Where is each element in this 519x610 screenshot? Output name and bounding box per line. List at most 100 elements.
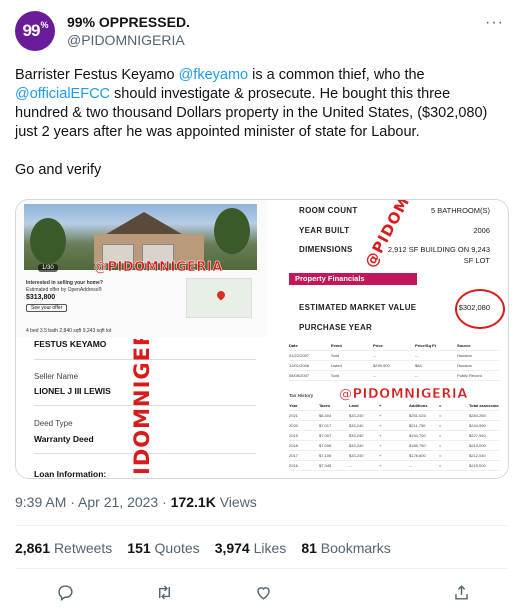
retweets-stat[interactable]: 2,861 Retweets xyxy=(15,540,112,556)
table-cell: $185,760 xyxy=(409,443,426,448)
views-label: Views xyxy=(215,494,257,510)
table-cell: $215,000 xyxy=(469,463,486,468)
divider xyxy=(15,525,509,526)
column-header: + xyxy=(379,403,382,408)
table-cell: + xyxy=(379,413,382,418)
table-header: Year Taxes Land + Additions = Total assessment… xyxy=(289,401,499,411)
table-row: 2021 $6,404 $33,240 + $251,025 = $284,265 xyxy=(289,411,499,421)
tweet-text-part: Barrister Festus Keyamo xyxy=(15,67,179,83)
table-cell: $33,240 xyxy=(349,443,364,448)
table-cell: -- xyxy=(349,463,352,468)
bookmarks-stat[interactable]: 81 Bookmarks xyxy=(301,540,391,556)
highlight-circle xyxy=(455,289,505,329)
mention-link[interactable]: @fkeyamo xyxy=(179,67,249,83)
user-handle[interactable]: @PIDOMNIGERIA xyxy=(67,32,185,48)
year-built-value: 2006 xyxy=(473,226,490,235)
watermark-vertical: IDOMNIGER xyxy=(130,339,154,475)
sale-history-table: Date Event Price Price/Sq Ft Source 01/2… xyxy=(289,341,499,381)
tweet-date[interactable]: Apr 21, 2023 xyxy=(78,494,158,510)
see-offer-button[interactable]: See your offer xyxy=(26,304,68,312)
action-bar xyxy=(15,580,509,604)
likes-count: 3,974 xyxy=(214,540,250,556)
retweets-count: 2,861 xyxy=(15,540,51,556)
financials-bar: Property Financials xyxy=(289,273,417,285)
display-name[interactable]: 99% OPPRESSED. xyxy=(67,14,190,30)
table-cell: $211,750 xyxy=(409,423,426,428)
table-cell: Public Record xyxy=(457,373,482,378)
like-icon[interactable] xyxy=(251,580,275,604)
table-cell: $7,345 xyxy=(319,463,332,468)
table-cell: $33,240 xyxy=(349,453,364,458)
column-header: = xyxy=(439,403,442,408)
table-cell: -- xyxy=(415,373,418,378)
table-cell: $33,240 xyxy=(349,423,364,428)
more-icon[interactable]: ··· xyxy=(485,14,504,32)
column-header: Land xyxy=(349,403,359,408)
listing-offer: Estimated offer by OpenAddress® xyxy=(26,287,102,293)
retweets-label: Retweets xyxy=(53,540,113,556)
table-cell: $7,106 xyxy=(319,453,332,458)
table-cell: -- xyxy=(373,373,376,378)
table-row: 2016 $7,345 -- + -- = $215,000 xyxy=(289,461,499,471)
media-image-history[interactable]: Date Event Price Price/Sq Ft Source 01/2… xyxy=(269,339,508,478)
avatar[interactable]: 99% xyxy=(15,11,55,51)
retweet-icon[interactable] xyxy=(152,580,176,604)
avatar-text: 99 xyxy=(22,21,41,40)
photo-count: 1/30 xyxy=(38,264,58,272)
share-icon[interactable] xyxy=(449,580,473,604)
quotes-stat[interactable]: 151 Quotes xyxy=(127,540,199,556)
table-row: 2017 $7,106 $33,240 + $178,800 = $212,040 xyxy=(289,451,499,461)
table-cell: Houston xyxy=(457,363,472,368)
table-cell: = xyxy=(439,463,442,468)
table-cell: $7,017 xyxy=(319,423,332,428)
table-cell: $7,006 xyxy=(319,443,332,448)
table-row: 01/22/2007 Sold -- -- Houston xyxy=(289,351,499,361)
meta-separator: · xyxy=(66,494,79,510)
tweet-paragraph-2: Go and verify xyxy=(15,162,102,178)
table-cell: 2021 xyxy=(289,413,298,418)
table-cell: 2017 xyxy=(289,453,298,458)
market-value-label: ESTIMATED MARKET VALUE xyxy=(299,303,417,312)
mention-link[interactable]: @officialEFCC xyxy=(15,86,110,102)
table-cell: Sold xyxy=(331,353,340,358)
column-header: Date xyxy=(289,343,298,348)
avatar-sup: % xyxy=(40,20,48,30)
column-header: Price/Sq Ft xyxy=(415,343,436,348)
dimensions-value-1: 2,912 SF BUILDING ON 9,243 xyxy=(387,245,490,254)
reply-icon[interactable] xyxy=(53,580,77,604)
purchase-year-label: PURCHASE YEAR xyxy=(299,323,373,332)
table-cell: 2018 xyxy=(289,443,298,448)
year-built-label: YEAR BUILT xyxy=(299,226,350,235)
table-row: 12/01/2006 Listed $299,900 $84 Houston xyxy=(289,361,499,371)
column-header: Additions xyxy=(409,403,428,408)
tweet-header: 99% 99% OPPRESSED. @PIDOMNIGERIA ··· xyxy=(15,11,510,53)
table-cell: $244,990 xyxy=(469,423,486,428)
dimensions-label: DIMENSIONS xyxy=(299,245,353,254)
table-cell: $212,040 xyxy=(469,453,486,458)
listing-price: $313,800 xyxy=(26,294,56,301)
meta-separator: · xyxy=(158,494,171,510)
divider xyxy=(15,568,509,569)
watermark: @PIDOMNIGERIA xyxy=(94,260,223,276)
media-image-listing[interactable]: 1/30 @PIDOMNIGERIA Interested in selling… xyxy=(16,200,267,337)
media-image-property[interactable]: ROOM COUNT 5 BATHROOM(S) YEAR BUILT 2006… xyxy=(269,200,508,337)
table-cell: = xyxy=(439,423,442,428)
column-header: Year xyxy=(289,403,298,408)
table-cell: $33,240 xyxy=(349,433,364,438)
table-cell: $7,007 xyxy=(319,433,332,438)
table-cell: 08/08/2007 xyxy=(289,373,310,378)
table-cell: 2016 xyxy=(289,463,298,468)
likes-stat[interactable]: 3,974 Likes xyxy=(215,540,287,556)
bookmarks-count: 81 xyxy=(301,540,317,556)
column-header: Price xyxy=(373,343,383,348)
tree-shape xyxy=(214,208,250,254)
table-header: Date Event Price Price/Sq Ft Source xyxy=(289,341,499,351)
engagement-stats: 2,861 Retweets 151 Quotes 3,974 Likes 81… xyxy=(15,540,391,556)
tree-shape xyxy=(30,218,66,264)
media-image-deed[interactable]: FESTUS KEYAMO Seller Name LIONEL J III L… xyxy=(16,339,267,478)
column-header: Source xyxy=(457,343,471,348)
table-row: 2018 $7,006 $33,240 + $185,760 = $219,000 xyxy=(289,441,499,451)
table-row: 2019 $7,007 $33,240 + $194,700 = $227,940 xyxy=(289,431,499,441)
table-cell: = xyxy=(439,453,442,458)
tweet-time[interactable]: 9:39 AM xyxy=(15,494,66,510)
